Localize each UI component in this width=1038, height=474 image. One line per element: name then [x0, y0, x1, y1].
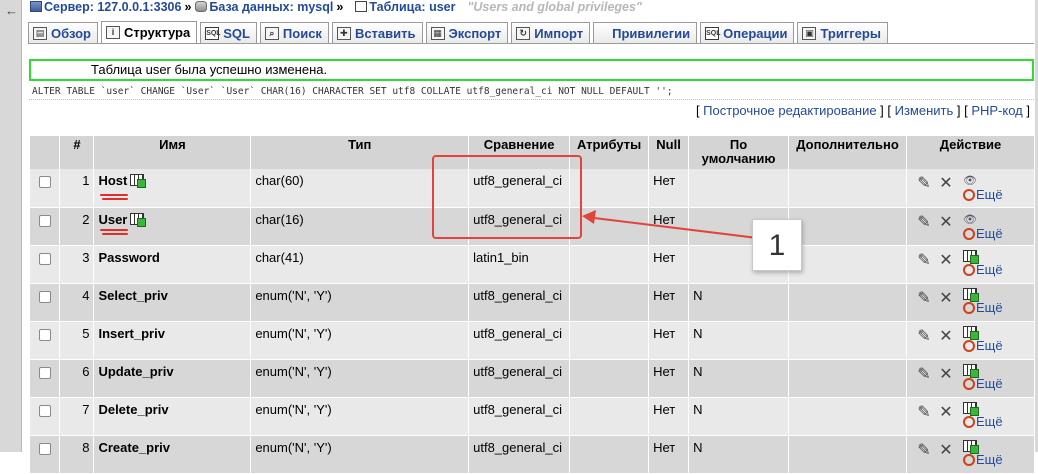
clock-icon	[963, 453, 975, 466]
annotation-arrow-head	[582, 210, 596, 224]
more-label: Ещё	[976, 451, 1003, 467]
more-actions-link[interactable]: Ещё	[963, 451, 1003, 467]
callout-number: 1	[752, 219, 802, 271]
annotation-arrow	[582, 210, 791, 243]
